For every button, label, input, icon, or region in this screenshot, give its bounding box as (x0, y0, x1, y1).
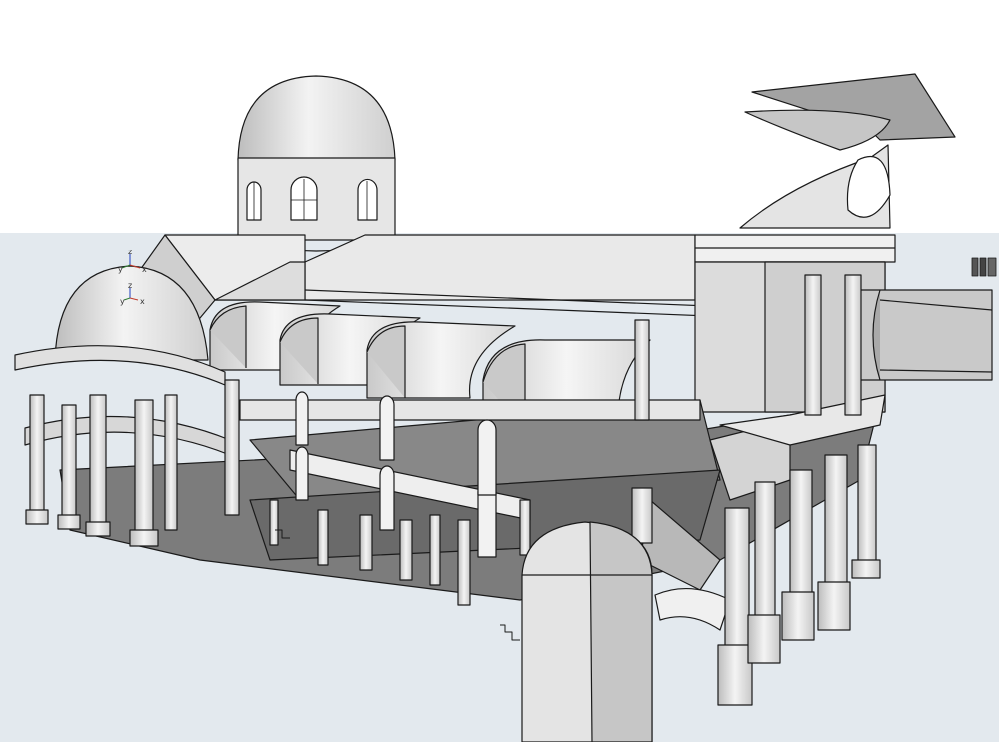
y-axis-line (121, 264, 131, 269)
axis-gizmo: z y x z y x (118, 250, 147, 306)
y-axis-line-2 (123, 297, 131, 301)
x-axis-line (129, 264, 141, 269)
3d-viewport[interactable]: z y x z y x (0, 0, 999, 742)
z-axis-label: z (128, 250, 132, 256)
building-model[interactable] (0, 0, 999, 742)
y-axis-label: y (118, 265, 123, 274)
x-axis-label: x (142, 265, 147, 274)
x-axis-label-2: x (140, 297, 145, 306)
y-axis-label-2: y (120, 297, 125, 306)
main-dome (237, 75, 396, 252)
x-axis-line-2 (129, 297, 139, 301)
z-axis-label-2: z (128, 281, 132, 290)
foreground-pier (521, 521, 653, 742)
offscreen-fragment (971, 257, 997, 277)
